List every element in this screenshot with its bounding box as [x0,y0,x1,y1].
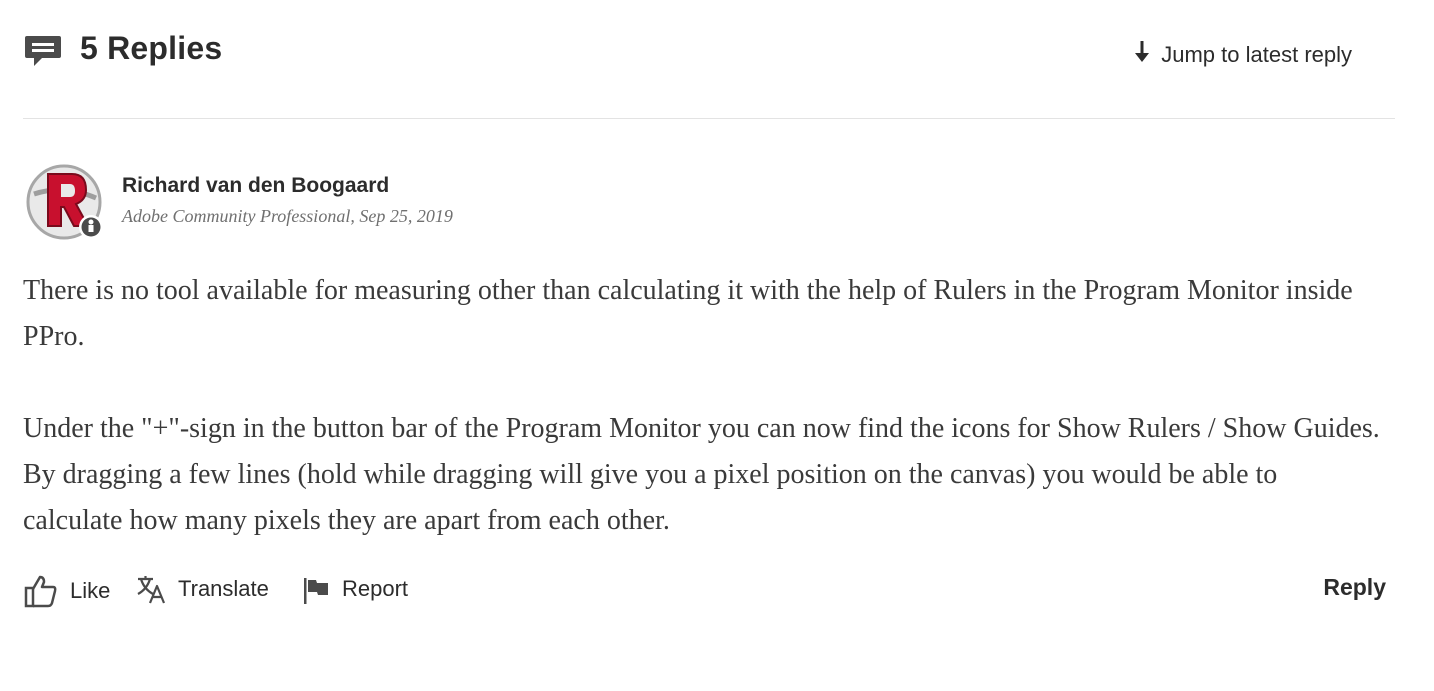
thumbs-up-icon [24,574,58,608]
post-date: Sep 25, 2019 [359,206,453,226]
replies-count-title: 5 Replies [80,30,223,66]
like-button[interactable]: Like [24,574,110,608]
replies-header: 5 Replies Jump to latest reply [24,28,1394,88]
comment-icon [24,34,62,68]
reply-label: Reply [1323,574,1386,600]
avatar[interactable] [26,164,104,242]
jump-to-latest-reply-link[interactable]: Jump to latest reply [1133,40,1352,70]
translate-button[interactable]: Translate [136,574,269,604]
translate-label: Translate [178,576,269,601]
report-button[interactable]: Report [302,574,408,604]
post-paragraph: Under the "+"-sign in the button bar of … [23,413,1380,536]
reply-button[interactable]: Reply [1323,574,1386,601]
post-paragraph: There is no tool available for measuring… [23,275,1353,352]
like-label: Like [70,578,111,603]
translate-icon [136,574,166,604]
post-body: There is no tool available for measuring… [23,268,1383,544]
author-meta: Adobe Community Professional, Sep 25, 20… [122,206,453,227]
meta-separator: , [350,206,360,226]
arrow-down-icon [1133,40,1151,70]
report-label: Report [342,576,409,601]
jump-to-latest-reply-label: Jump to latest reply [1161,42,1352,67]
divider [23,118,1395,119]
post-actions: Like Translate Report Reply [24,574,1386,614]
author-name[interactable]: Richard van den Boogaard [122,174,389,198]
flag-icon [302,574,330,604]
author-role: Adobe Community Professional [122,206,351,226]
